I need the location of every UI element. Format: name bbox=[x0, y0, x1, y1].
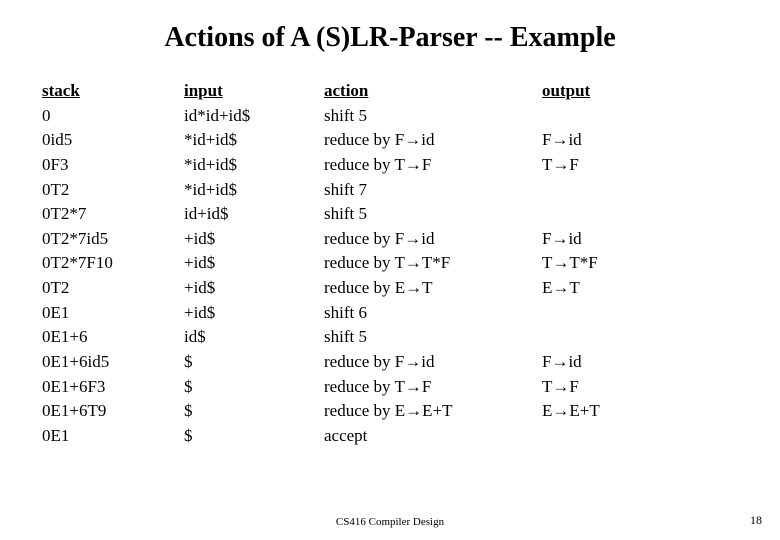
cell-action: reduce by F→id bbox=[324, 128, 542, 153]
cell-input: *id+id$ bbox=[184, 178, 324, 203]
cell-output bbox=[542, 202, 682, 227]
cell-stack: 0 bbox=[42, 104, 184, 129]
cell-output: T→T*F bbox=[542, 251, 682, 276]
cell-input: $ bbox=[184, 399, 324, 424]
header-input: input bbox=[184, 79, 324, 104]
cell-stack: 0T2 bbox=[42, 178, 184, 203]
cell-output: F→id bbox=[542, 227, 682, 252]
cell-input: +id$ bbox=[184, 276, 324, 301]
cell-input: id+id$ bbox=[184, 202, 324, 227]
cell-action: shift 7 bbox=[324, 178, 542, 203]
column-action: action shift 5reduce by F→idreduce by T→… bbox=[324, 79, 542, 449]
cell-action: shift 5 bbox=[324, 104, 542, 129]
cell-action: shift 5 bbox=[324, 202, 542, 227]
header-action: action bbox=[324, 79, 542, 104]
header-stack: stack bbox=[42, 79, 184, 104]
cell-output bbox=[542, 424, 682, 449]
cell-stack: 0F3 bbox=[42, 153, 184, 178]
cell-action: shift 6 bbox=[324, 301, 542, 326]
column-input: input id*id+id$*id+id$*id+id$*id+id$id+i… bbox=[184, 79, 324, 449]
cell-output: F→id bbox=[542, 128, 682, 153]
cell-output: T→F bbox=[542, 375, 682, 400]
cell-action: accept bbox=[324, 424, 542, 449]
cell-action: reduce by F→id bbox=[324, 227, 542, 252]
cell-input: $ bbox=[184, 375, 324, 400]
cell-output bbox=[542, 325, 682, 350]
cell-stack: 0E1+6id5 bbox=[42, 350, 184, 375]
cell-stack: 0T2 bbox=[42, 276, 184, 301]
cell-stack: 0T2*7 bbox=[42, 202, 184, 227]
cell-input: $ bbox=[184, 350, 324, 375]
cell-stack: 0id5 bbox=[42, 128, 184, 153]
cell-output: F→id bbox=[542, 350, 682, 375]
cell-output: E→E+T bbox=[542, 399, 682, 424]
cell-output bbox=[542, 104, 682, 129]
cell-output: T→F bbox=[542, 153, 682, 178]
cell-action: reduce by F→id bbox=[324, 350, 542, 375]
cell-stack: 0E1 bbox=[42, 301, 184, 326]
page-number: 18 bbox=[750, 513, 762, 528]
slide-title: Actions of A (S)LR-Parser -- Example bbox=[0, 0, 780, 79]
cell-input: $ bbox=[184, 424, 324, 449]
cell-input: +id$ bbox=[184, 227, 324, 252]
cell-input: *id+id$ bbox=[184, 128, 324, 153]
cell-action: reduce by T→F bbox=[324, 375, 542, 400]
footer-text: CS416 Compiler Design bbox=[0, 516, 780, 528]
cell-output bbox=[542, 301, 682, 326]
cell-action: reduce by E→T bbox=[324, 276, 542, 301]
column-stack: stack 00id50F30T20T2*70T2*7id50T2*7F100T… bbox=[42, 79, 184, 449]
cell-stack: 0T2*7id5 bbox=[42, 227, 184, 252]
cell-input: +id$ bbox=[184, 301, 324, 326]
cell-input: *id+id$ bbox=[184, 153, 324, 178]
cell-action: reduce by T→F bbox=[324, 153, 542, 178]
cell-stack: 0E1+6 bbox=[42, 325, 184, 350]
cell-action: reduce by T→T*F bbox=[324, 251, 542, 276]
cell-stack: 0E1+6F3 bbox=[42, 375, 184, 400]
cell-output: E→T bbox=[542, 276, 682, 301]
cell-stack: 0E1+6T9 bbox=[42, 399, 184, 424]
cell-input: id*id+id$ bbox=[184, 104, 324, 129]
cell-stack: 0E1 bbox=[42, 424, 184, 449]
header-output: output bbox=[542, 79, 682, 104]
cell-input: id$ bbox=[184, 325, 324, 350]
cell-input: +id$ bbox=[184, 251, 324, 276]
cell-stack: 0T2*7F10 bbox=[42, 251, 184, 276]
cell-action: reduce by E→E+T bbox=[324, 399, 542, 424]
parse-table: stack 00id50F30T20T2*70T2*7id50T2*7F100T… bbox=[0, 79, 780, 449]
column-output: output F→idT→F F→idT→T*FE→T F→idT→FE→E+T bbox=[542, 79, 682, 449]
cell-output bbox=[542, 178, 682, 203]
cell-action: shift 5 bbox=[324, 325, 542, 350]
